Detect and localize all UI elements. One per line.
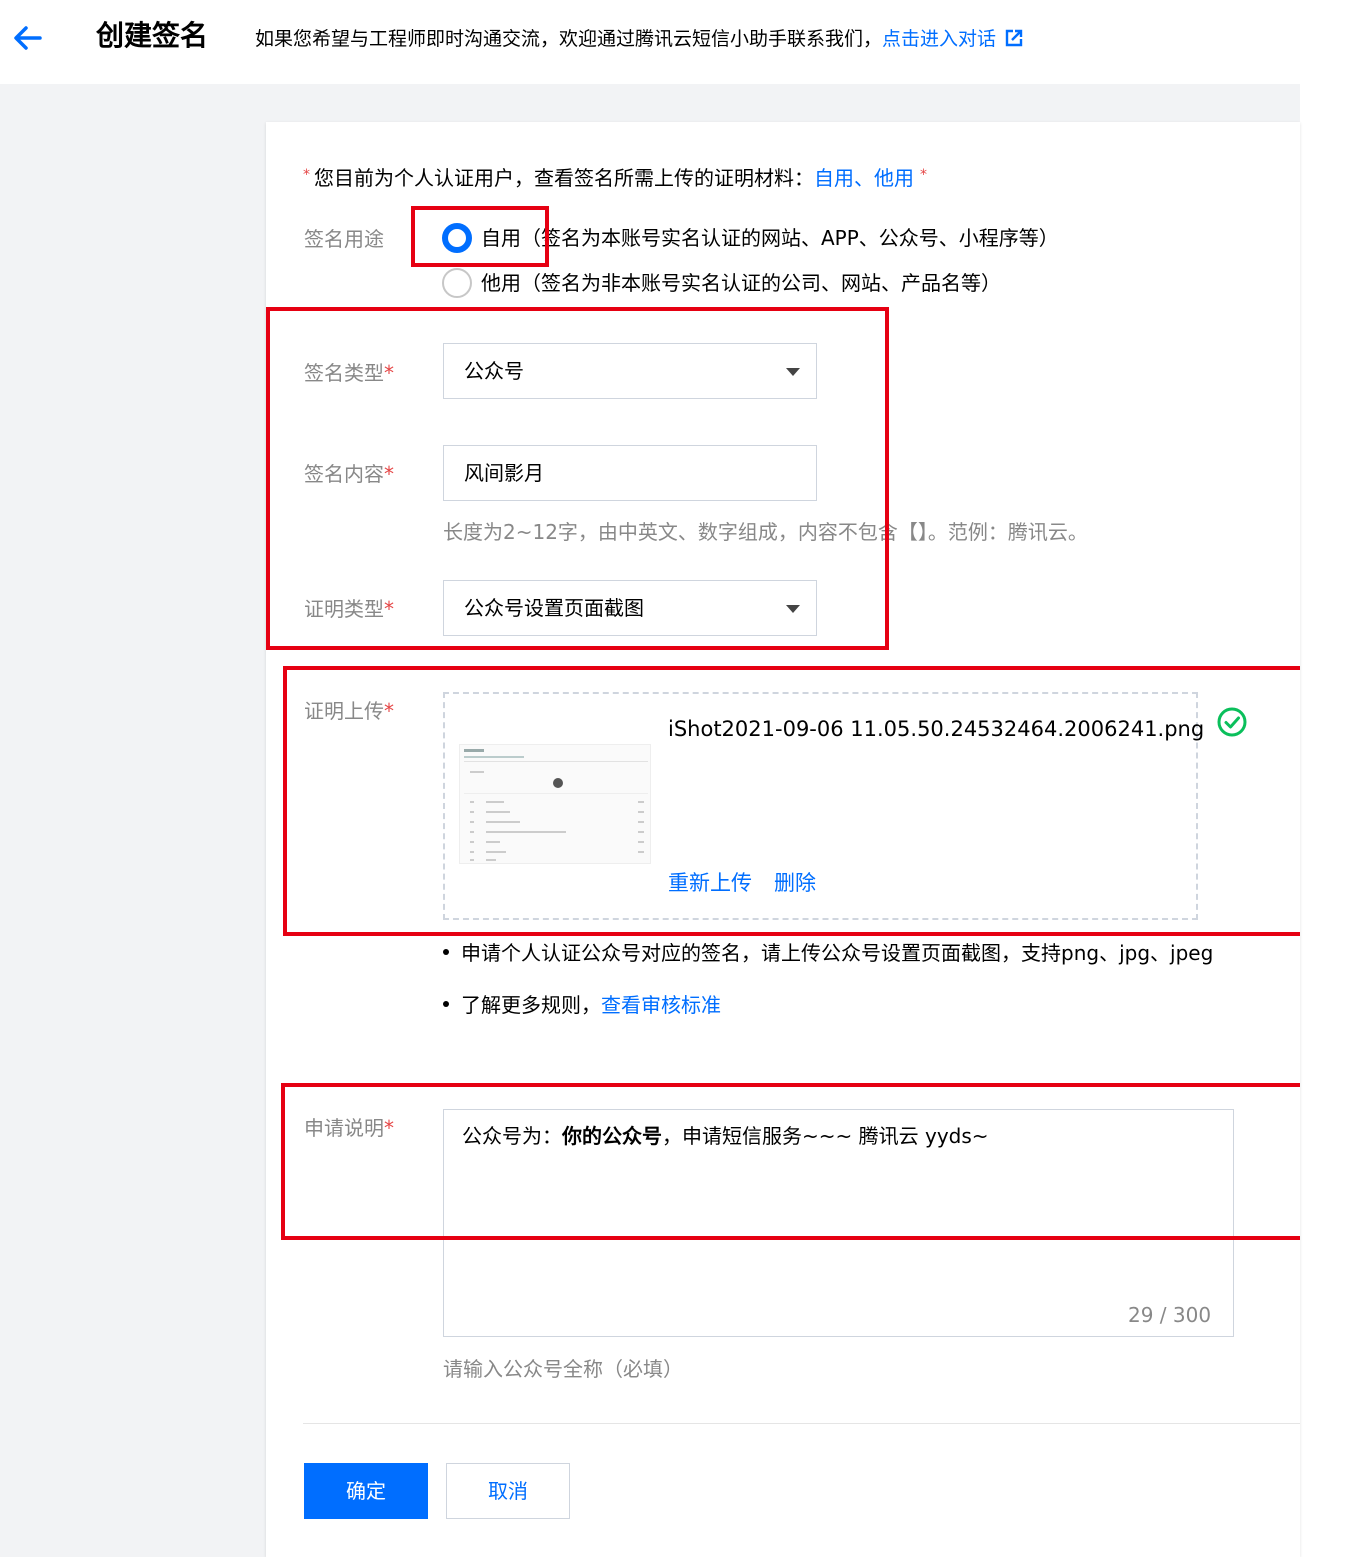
- char-counter: 29 / 300: [1128, 1303, 1212, 1327]
- application-text: 公众号为：你的公众号，申请短信服务~~~ 腾讯云 yyds~: [462, 1121, 989, 1151]
- confirm-button[interactable]: 确定: [304, 1463, 428, 1519]
- application-label-text: 申请说明: [304, 1116, 384, 1140]
- enter-chat-link[interactable]: 点击进入对话: [882, 28, 996, 50]
- application-bold: 你的公众号: [562, 1124, 662, 1148]
- cancel-button[interactable]: 取消: [446, 1463, 570, 1519]
- radio-self-use-label[interactable]: 自用（签名为本账号实名认证的网站、APP、公众号、小程序等）: [481, 223, 1059, 253]
- sign-type-label-text: 签名类型: [304, 361, 384, 385]
- uploaded-filename: iShot2021-09-06 11.05.50.24532464.200624…: [668, 717, 1205, 741]
- notice-text: 您目前为个人认证用户，查看签名所需上传的证明材料：: [314, 166, 814, 190]
- sign-content-input[interactable]: 风间影月: [443, 445, 817, 501]
- required-star: *: [920, 167, 927, 183]
- proof-upload-label: 证明上传*: [304, 696, 394, 726]
- back-arrow-icon[interactable]: [12, 22, 44, 54]
- required-star: *: [384, 699, 394, 723]
- header-note: 如果您希望与工程师即时沟通交流，欢迎通过腾讯云短信小助手联系我们，点击进入对话: [255, 26, 1024, 52]
- radio-other-use-label[interactable]: 他用（签名为非本账号实名认证的公司、网站、产品名等）: [481, 268, 1001, 298]
- required-star: *: [303, 167, 310, 183]
- proof-type-select[interactable]: 公众号设置页面截图: [443, 580, 817, 636]
- bullet-dot: [443, 949, 449, 955]
- upload-success-check-icon: [1217, 707, 1247, 737]
- reupload-link[interactable]: 重新上传: [668, 868, 752, 898]
- uploaded-image-thumbnail: [459, 744, 651, 864]
- required-star: *: [384, 597, 394, 621]
- external-link-icon[interactable]: [1004, 28, 1024, 48]
- application-prefix: 公众号为：: [462, 1124, 562, 1148]
- proof-type-value: 公众号设置页面截图: [464, 596, 644, 620]
- proof-type-label-text: 证明类型: [304, 597, 384, 621]
- sign-type-value: 公众号: [464, 359, 524, 383]
- notice-separator: 、: [854, 166, 874, 190]
- sign-type-label: 签名类型*: [304, 358, 394, 388]
- upload-rule-bullet: 申请个人认证公众号对应的签名，请上传公众号设置页面截图，支持png、jpg、jp…: [443, 938, 1213, 968]
- sign-content-label: 签名内容*: [304, 459, 394, 489]
- application-label: 申请说明*: [304, 1113, 394, 1143]
- more-rules-text: 了解更多规则，: [461, 993, 601, 1017]
- caret-down-icon: [786, 605, 800, 613]
- more-rules-bullet: 了解更多规则，查看审核标准: [443, 990, 721, 1020]
- upload-rule-text: 申请个人认证公众号对应的签名，请上传公众号设置页面截图，支持png、jpg、jp…: [461, 941, 1214, 965]
- header-note-text: 如果您希望与工程师即时沟通交流，欢迎通过腾讯云短信小助手联系我们，: [255, 28, 883, 50]
- review-standard-link[interactable]: 查看审核标准: [601, 993, 721, 1017]
- thumbnail-preview-image: [460, 745, 650, 863]
- page-title: 创建签名: [96, 19, 209, 52]
- sign-type-select[interactable]: 公众号: [443, 343, 817, 399]
- sign-content-hint: 长度为2~12字，由中英文、数字组成，内容不包含【】。范例：腾讯云。: [443, 520, 1088, 544]
- usage-label: 签名用途: [304, 227, 384, 251]
- sign-content-label-text: 签名内容: [304, 462, 384, 486]
- self-use-link[interactable]: 自用: [814, 166, 854, 190]
- radio-self-use[interactable]: [442, 223, 472, 253]
- application-hint: 请输入公众号全称（必填）: [443, 1357, 683, 1381]
- required-star: *: [384, 462, 394, 486]
- caret-down-icon: [786, 368, 800, 376]
- application-suffix: ，申请短信服务~~~ 腾讯云 yyds~: [662, 1124, 989, 1148]
- footer-divider: [303, 1423, 1300, 1424]
- delete-link[interactable]: 删除: [774, 868, 816, 898]
- required-star: *: [384, 361, 394, 385]
- required-star: *: [384, 1116, 394, 1140]
- auth-notice: * 您目前为个人认证用户，查看签名所需上传的证明材料：自用、他用 *: [303, 160, 931, 193]
- radio-other-use[interactable]: [442, 268, 472, 298]
- other-use-link[interactable]: 他用: [874, 166, 914, 190]
- bullet-dot: [443, 1001, 449, 1007]
- proof-upload-label-text: 证明上传: [304, 699, 384, 723]
- proof-type-label: 证明类型*: [304, 594, 394, 624]
